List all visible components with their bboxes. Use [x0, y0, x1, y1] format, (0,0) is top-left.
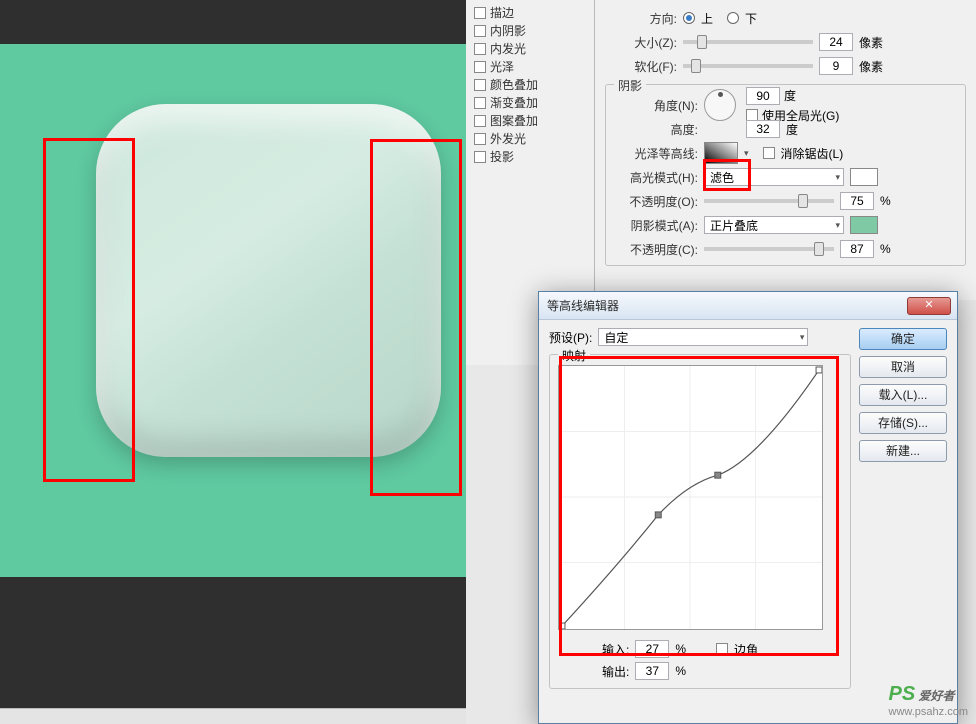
shadow-opacity-label: 不透明度(C): — [612, 241, 698, 258]
canvas-area — [0, 0, 466, 724]
highlight-color-swatch[interactable] — [850, 168, 878, 186]
direction-up-radio[interactable] — [683, 12, 695, 24]
style-label[interactable]: 渐变叠加 — [490, 94, 538, 112]
size-slider[interactable] — [683, 40, 813, 44]
output-value[interactable]: 37 — [635, 662, 669, 680]
curve-canvas[interactable] — [558, 365, 823, 630]
highlight-opacity-slider[interactable] — [704, 199, 834, 203]
size-label: 大小(Z): — [605, 34, 677, 51]
altitude-input[interactable]: 32 — [746, 120, 780, 138]
direction-label: 方向: — [605, 10, 677, 27]
highlight-opacity-label: 不透明度(O): — [612, 193, 698, 210]
horizontal-scrollbar[interactable] — [0, 708, 466, 724]
angle-altitude-dial[interactable] — [704, 89, 736, 121]
angle-label: 角度(N): — [612, 97, 698, 114]
angle-input[interactable]: 90 — [746, 87, 780, 105]
watermark: PS 爱好者 www.psahz.com — [889, 683, 968, 718]
input-value[interactable]: 27 — [635, 640, 669, 658]
style-checkbox[interactable] — [474, 25, 486, 37]
style-checkbox[interactable] — [474, 61, 486, 73]
style-label[interactable]: 外发光 — [490, 130, 526, 148]
style-checkbox[interactable] — [474, 151, 486, 163]
highlight-opacity-input[interactable]: 75 — [840, 192, 874, 210]
corner-label: 边角 — [734, 641, 758, 658]
soften-input[interactable]: 9 — [819, 57, 853, 75]
ok-button[interactable]: 确定 — [859, 328, 947, 350]
style-label[interactable]: 内发光 — [490, 40, 526, 58]
style-label[interactable]: 描边 — [490, 4, 514, 22]
load-button[interactable]: 载入(L)... — [859, 384, 947, 406]
direction-down-radio[interactable] — [727, 12, 739, 24]
direction-down-text: 下 — [745, 10, 757, 27]
pct1: % — [880, 194, 891, 208]
annotation-box-left — [43, 138, 135, 482]
input-label: 输入: — [602, 641, 629, 658]
new-button[interactable]: 新建... — [859, 440, 947, 462]
gloss-contour-picker[interactable] — [704, 142, 738, 164]
output-label: 输出: — [602, 663, 629, 680]
soften-unit: 像素 — [859, 58, 887, 75]
preset-dropdown[interactable]: 自定▾ — [598, 328, 808, 346]
antialias-label: 消除锯齿(L) — [781, 145, 844, 162]
antialias-checkbox[interactable] — [763, 147, 775, 159]
shadow-color-swatch[interactable] — [850, 216, 878, 234]
size-input[interactable]: 24 — [819, 33, 853, 51]
style-checkbox[interactable] — [474, 79, 486, 91]
annotation-box-right — [370, 139, 462, 496]
style-checkbox[interactable] — [474, 115, 486, 127]
highlight-mode-label: 高光模式(H): — [612, 169, 698, 186]
shadow-mode-dropdown[interactable]: 正片叠底▾ — [704, 216, 844, 234]
style-label[interactable]: 颜色叠加 — [490, 76, 538, 94]
preset-label: 预设(P): — [549, 329, 592, 346]
altitude-label: 高度: — [612, 121, 698, 138]
shadow-mode-label: 阴影模式(A): — [612, 217, 698, 234]
style-label[interactable]: 图案叠加 — [490, 112, 538, 130]
close-button[interactable]: ✕ — [907, 297, 951, 315]
dialog-title: 等高线编辑器 — [547, 297, 907, 314]
artboard — [0, 44, 466, 577]
altitude-unit: 度 — [786, 121, 798, 138]
mapping-group: 映射 输入: 27 — [549, 354, 851, 689]
shadow-opacity-slider[interactable] — [704, 247, 834, 251]
direction-up-text: 上 — [701, 10, 713, 27]
save-button[interactable]: 存储(S)... — [859, 412, 947, 434]
angle-unit: 度 — [784, 87, 796, 104]
shadow-opacity-input[interactable]: 87 — [840, 240, 874, 258]
style-checkbox[interactable] — [474, 133, 486, 145]
mapping-legend: 映射 — [558, 347, 590, 364]
soften-label: 软化(F): — [605, 58, 677, 75]
size-unit: 像素 — [859, 34, 887, 51]
style-label[interactable]: 投影 — [490, 148, 514, 166]
contour-editor-dialog: 等高线编辑器 ✕ 预设(P): 自定▾ 映射 — [538, 291, 958, 724]
bevel-settings-panel: 方向: 上 下 大小(Z): 24 像素 软化(F): 9 像素 阴影 角度(N… — [595, 0, 976, 300]
style-label[interactable]: 光泽 — [490, 58, 514, 76]
corner-checkbox[interactable] — [716, 643, 728, 655]
pct2: % — [880, 242, 891, 256]
shading-group: 阴影 角度(N): 90 度 使用全局光(G) 高度: 32 度 光泽等高线: — [605, 84, 966, 266]
cancel-button[interactable]: 取消 — [859, 356, 947, 378]
style-checkbox[interactable] — [474, 7, 486, 19]
shading-legend: 阴影 — [614, 77, 646, 94]
dialog-titlebar[interactable]: 等高线编辑器 ✕ — [539, 292, 957, 320]
highlight-mode-dropdown[interactable]: 滤色▾ — [704, 168, 844, 186]
style-checkbox[interactable] — [474, 43, 486, 55]
style-label[interactable]: 内阴影 — [490, 22, 526, 40]
soften-slider[interactable] — [683, 64, 813, 68]
gloss-contour-label: 光泽等高线: — [612, 145, 698, 162]
style-checkbox[interactable] — [474, 97, 486, 109]
